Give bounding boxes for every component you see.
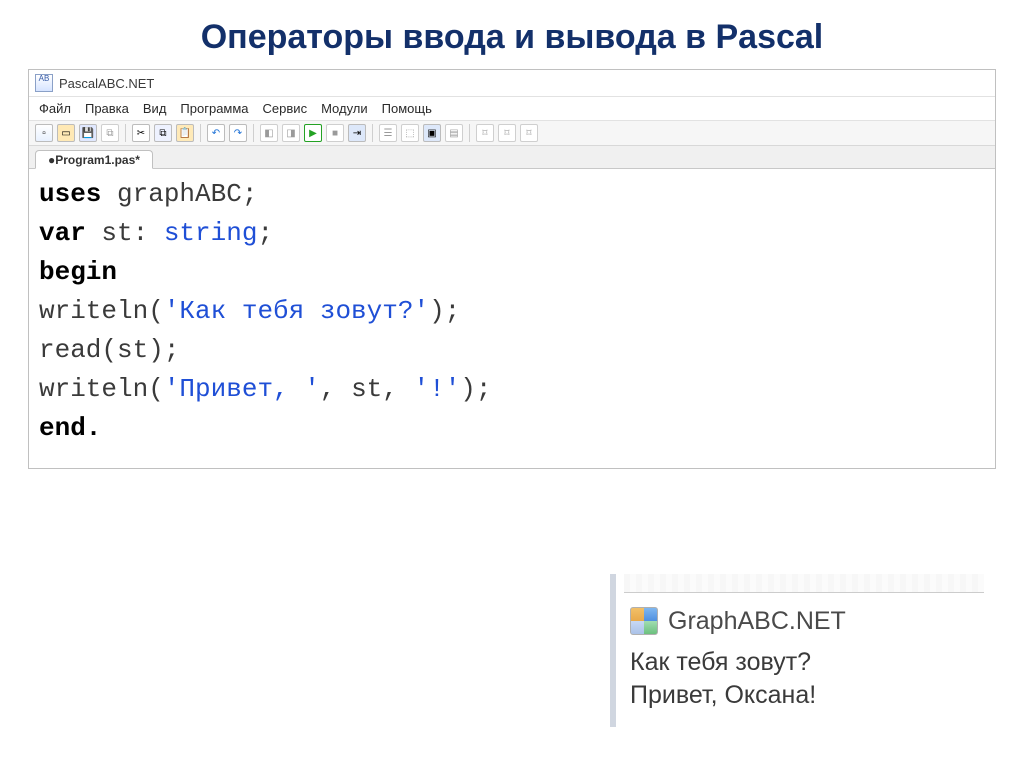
menu-program[interactable]: Программа [180,101,248,116]
undo-icon[interactable]: ↶ [207,124,225,142]
graphabc-icon [630,607,658,635]
paste-icon[interactable]: 📋 [176,124,194,142]
toolbar-button[interactable]: ⬚ [401,124,419,142]
menu-modules[interactable]: Модули [321,101,368,116]
menu-file[interactable]: Файл [39,101,71,116]
string-literal: 'Как тебя зовут?' [164,296,429,326]
keyword-begin: begin [39,257,117,287]
code-line: var st: string; [39,214,985,253]
toolbar-button[interactable]: ⌑ [498,124,516,142]
code-editor[interactable]: uses graphABC; var st: string; begin wri… [29,169,995,468]
code-line: writeln('Привет, ', st, '!'); [39,370,985,409]
toolbar-separator [200,124,201,142]
code-text: , st, [320,374,414,404]
keyword-uses: uses [39,179,101,209]
title-bar: AB PascalABC.NET [29,70,995,96]
toolbar-button[interactable]: ⌑ [476,124,494,142]
code-line: read(st); [39,331,985,370]
redo-icon[interactable]: ↷ [229,124,247,142]
output-text: Как тебя зовут? Привет, Оксана! [624,640,984,728]
code-text: graphABC; [101,179,257,209]
new-file-icon[interactable]: ▫ [35,124,53,142]
type-string: string [164,218,258,248]
step-icon[interactable]: ⇥ [348,124,366,142]
keyword-end: end. [39,413,101,443]
string-literal: '!' [413,374,460,404]
toolbar-button[interactable]: ◨ [282,124,300,142]
output-window: GraphABC.NET Как тебя зовут? Привет, Окс… [610,574,984,728]
menu-bar: Файл Правка Вид Программа Сервис Модули … [29,96,995,121]
tab-strip: ●Program1.pas* [29,146,995,169]
menu-view[interactable]: Вид [143,101,167,116]
toolbar-button[interactable]: ▤ [445,124,463,142]
app-icon: AB [35,74,53,92]
toolbar: ▫ ▭ 💾 ⧉ ✂ ⧉ 📋 ↶ ↷ ◧ ◨ ▶ ■ ⇥ ☰ ⬚ ▣ ▤ ⌑ ⌑ … [29,121,995,146]
code-line: end. [39,409,985,448]
code-text: st: [86,218,164,248]
code-text: ); [429,296,460,326]
open-file-icon[interactable]: ▭ [57,124,75,142]
code-text: ); [460,374,491,404]
output-line: Привет, Оксана! [630,679,978,713]
run-icon[interactable]: ▶ [304,124,322,142]
toolbar-button[interactable]: ☰ [379,124,397,142]
toolbar-button[interactable]: ⌑ [520,124,538,142]
toolbar-separator [372,124,373,142]
copy-icon[interactable]: ⧉ [154,124,172,142]
menu-help[interactable]: Помощь [382,101,432,116]
file-tab[interactable]: ●Program1.pas* [35,150,153,169]
slide-title: Операторы ввода и вывода в Pascal [0,0,1024,69]
toolbar-button[interactable]: ▣ [423,124,441,142]
save-all-icon[interactable]: ⧉ [101,124,119,142]
code-line: begin [39,253,985,292]
stop-icon[interactable]: ■ [326,124,344,142]
code-text: ; [257,218,273,248]
menu-service[interactable]: Сервис [263,101,308,116]
code-line: uses graphABC; [39,175,985,214]
menu-edit[interactable]: Правка [85,101,129,116]
string-literal: 'Привет, ' [164,374,320,404]
keyword-var: var [39,218,86,248]
toolbar-separator [469,124,470,142]
output-line: Как тебя зовут? [630,646,978,680]
code-text: writeln( [39,296,164,326]
output-ruler [624,574,984,593]
output-title-bar: GraphABC.NET [624,593,984,640]
output-title: GraphABC.NET [668,607,846,636]
code-text: writeln( [39,374,164,404]
app-title: PascalABC.NET [59,76,154,91]
toolbar-separator [253,124,254,142]
cut-icon[interactable]: ✂ [132,124,150,142]
code-line: writeln('Как тебя зовут?'); [39,292,985,331]
code-text: read(st); [39,335,179,365]
toolbar-button[interactable]: ◧ [260,124,278,142]
toolbar-separator [125,124,126,142]
ide-window: AB PascalABC.NET Файл Правка Вид Програм… [28,69,996,469]
save-icon[interactable]: 💾 [79,124,97,142]
